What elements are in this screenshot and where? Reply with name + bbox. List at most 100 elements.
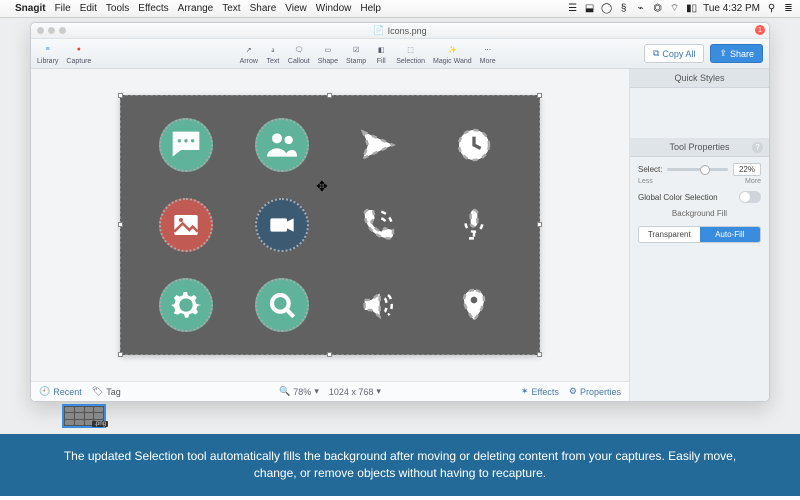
effects-icon: ✶ bbox=[521, 386, 529, 397]
zoom-control[interactable]: 🔍 78% ▾ bbox=[279, 386, 319, 397]
feature-caption: The updated Selection tool automatically… bbox=[0, 434, 800, 496]
recent-link[interactable]: 🕘Recent bbox=[39, 386, 82, 397]
select-label: Select: bbox=[638, 165, 662, 174]
help-icon[interactable]: ? bbox=[752, 142, 763, 153]
menu-text[interactable]: Text bbox=[222, 3, 240, 14]
tool-selection[interactable]: ⬚Selection bbox=[396, 43, 425, 65]
menu-tools[interactable]: Tools bbox=[106, 3, 129, 14]
wifi-icon: ⌔ bbox=[669, 3, 680, 14]
effects-link[interactable]: ✶Effects bbox=[521, 386, 559, 397]
tool-properties-header: Tool Properties bbox=[669, 142, 729, 152]
menu-effects[interactable]: Effects bbox=[138, 3, 168, 14]
tool-callout[interactable]: 🗨Callout bbox=[288, 43, 310, 65]
window-title: Icons.png bbox=[388, 26, 427, 36]
send-icon bbox=[333, 108, 423, 182]
sidebar: Quick Styles Tool Properties ? Select: 2… bbox=[629, 69, 769, 401]
resize-handle[interactable] bbox=[118, 93, 123, 98]
tool-more[interactable]: ⋯More bbox=[480, 43, 496, 65]
share-icon: ⇪ bbox=[719, 48, 727, 59]
resize-handle[interactable] bbox=[537, 222, 542, 227]
tool-shape[interactable]: ▭Shape bbox=[318, 43, 338, 65]
stamp-icon: ☑ bbox=[349, 43, 363, 57]
menu-window[interactable]: Window bbox=[316, 3, 352, 14]
shape-icon: ▭ bbox=[321, 43, 335, 57]
status-icon: § bbox=[618, 3, 629, 14]
spotlight-icon[interactable]: ⚲ bbox=[766, 3, 777, 14]
clock-small-icon: 🕘 bbox=[39, 386, 50, 397]
canvas[interactable]: ✥ bbox=[120, 95, 540, 355]
menu-share[interactable]: Share bbox=[250, 3, 277, 14]
copy-all-button[interactable]: ⧉Copy All bbox=[644, 44, 704, 63]
dimensions-readout[interactable]: 1024 x 768 ▾ bbox=[329, 386, 381, 397]
location-icon bbox=[429, 268, 519, 342]
status-icon: ⏣ bbox=[652, 3, 663, 14]
seg-transparent[interactable]: Transparent bbox=[639, 227, 700, 242]
thumbnail-tray: .png bbox=[30, 402, 770, 430]
menu-file[interactable]: File bbox=[55, 3, 71, 14]
toolbar: ≡Library ●Capture ➚Arrow aText 🗨Callout … bbox=[31, 39, 769, 69]
menubar-clock[interactable]: Tue 4:32 PM bbox=[703, 3, 760, 14]
capture-button[interactable]: ●Capture bbox=[66, 43, 91, 65]
app-name[interactable]: Snagit bbox=[15, 3, 46, 14]
wand-icon: ✨ bbox=[445, 43, 459, 57]
resize-handle[interactable] bbox=[118, 222, 123, 227]
tool-text[interactable]: aText bbox=[266, 43, 280, 65]
thumb-ext: .png bbox=[92, 421, 108, 427]
resize-handle[interactable] bbox=[537, 352, 542, 357]
clock-icon bbox=[429, 108, 519, 182]
resize-handle[interactable] bbox=[537, 93, 542, 98]
menu-arrange[interactable]: Arrange bbox=[178, 3, 214, 14]
macos-menubar: Snagit File Edit Tools Effects Arrange T… bbox=[0, 0, 800, 18]
phone-icon bbox=[333, 188, 423, 262]
status-bar: 🕘Recent 🏷Tag 🔍 78% ▾ 1024 x 768 ▾ ✶Effec… bbox=[31, 381, 629, 401]
menu-view[interactable]: View bbox=[285, 3, 307, 14]
menu-extra-icon[interactable]: ≣ bbox=[783, 3, 794, 14]
tool-magic-wand[interactable]: ✨Magic Wand bbox=[433, 43, 472, 65]
people-icon bbox=[255, 118, 309, 172]
selection-icon: ⬚ bbox=[404, 43, 418, 57]
status-icon: ☰ bbox=[567, 3, 578, 14]
resize-handle[interactable] bbox=[327, 93, 332, 98]
cursor-icon: ✥ bbox=[316, 178, 328, 195]
select-slider[interactable] bbox=[667, 168, 728, 171]
menu-help[interactable]: Help bbox=[360, 3, 381, 14]
menu-edit[interactable]: Edit bbox=[80, 3, 97, 14]
gear-icon bbox=[159, 278, 213, 332]
more-icon: ⋯ bbox=[481, 43, 495, 57]
image-icon bbox=[159, 198, 213, 252]
tag-link[interactable]: 🏷Tag bbox=[92, 386, 121, 397]
status-icon: ⌁ bbox=[635, 3, 646, 14]
library-button[interactable]: ≡Library bbox=[37, 43, 58, 65]
tool-stamp[interactable]: ☑Stamp bbox=[346, 43, 366, 65]
battery-icon: ▮▯ bbox=[686, 3, 697, 14]
callout-icon: 🗨 bbox=[292, 43, 306, 57]
mic-icon bbox=[429, 188, 519, 262]
notification-badge[interactable]: 1 bbox=[755, 25, 765, 35]
properties-link[interactable]: ⚙Properties bbox=[569, 386, 621, 397]
fill-icon: ◧ bbox=[374, 43, 388, 57]
capture-icon: ● bbox=[72, 43, 86, 57]
global-color-toggle[interactable] bbox=[739, 191, 761, 203]
arrow-icon: ➚ bbox=[242, 43, 256, 57]
thumbnail[interactable]: .png bbox=[62, 404, 106, 428]
select-value[interactable]: 22% bbox=[733, 163, 761, 176]
tool-fill[interactable]: ◧Fill bbox=[374, 43, 388, 65]
tool-arrow[interactable]: ➚Arrow bbox=[240, 43, 258, 65]
resize-handle[interactable] bbox=[118, 352, 123, 357]
volume-icon bbox=[333, 268, 423, 342]
seg-autofill[interactable]: Auto-Fill bbox=[700, 227, 761, 242]
share-button[interactable]: ⇪Share bbox=[710, 44, 763, 63]
gear-small-icon: ⚙ bbox=[569, 386, 577, 397]
text-icon: a bbox=[266, 43, 280, 57]
bg-fill-segment[interactable]: Transparent Auto-Fill bbox=[638, 226, 761, 243]
search-icon bbox=[255, 278, 309, 332]
editor-window: 📄Icons.png 1 ≡Library ●Capture ➚Arrow aT… bbox=[30, 22, 770, 402]
status-icon: ⬓ bbox=[584, 3, 595, 14]
tag-icon: 🏷 bbox=[92, 386, 103, 397]
status-icon: ◯ bbox=[601, 3, 612, 14]
resize-handle[interactable] bbox=[327, 352, 332, 357]
traffic-lights[interactable] bbox=[37, 27, 66, 34]
global-color-label: Global Color Selection bbox=[638, 193, 718, 202]
quick-styles-header[interactable]: Quick Styles bbox=[630, 69, 769, 88]
library-icon: ≡ bbox=[41, 43, 55, 57]
